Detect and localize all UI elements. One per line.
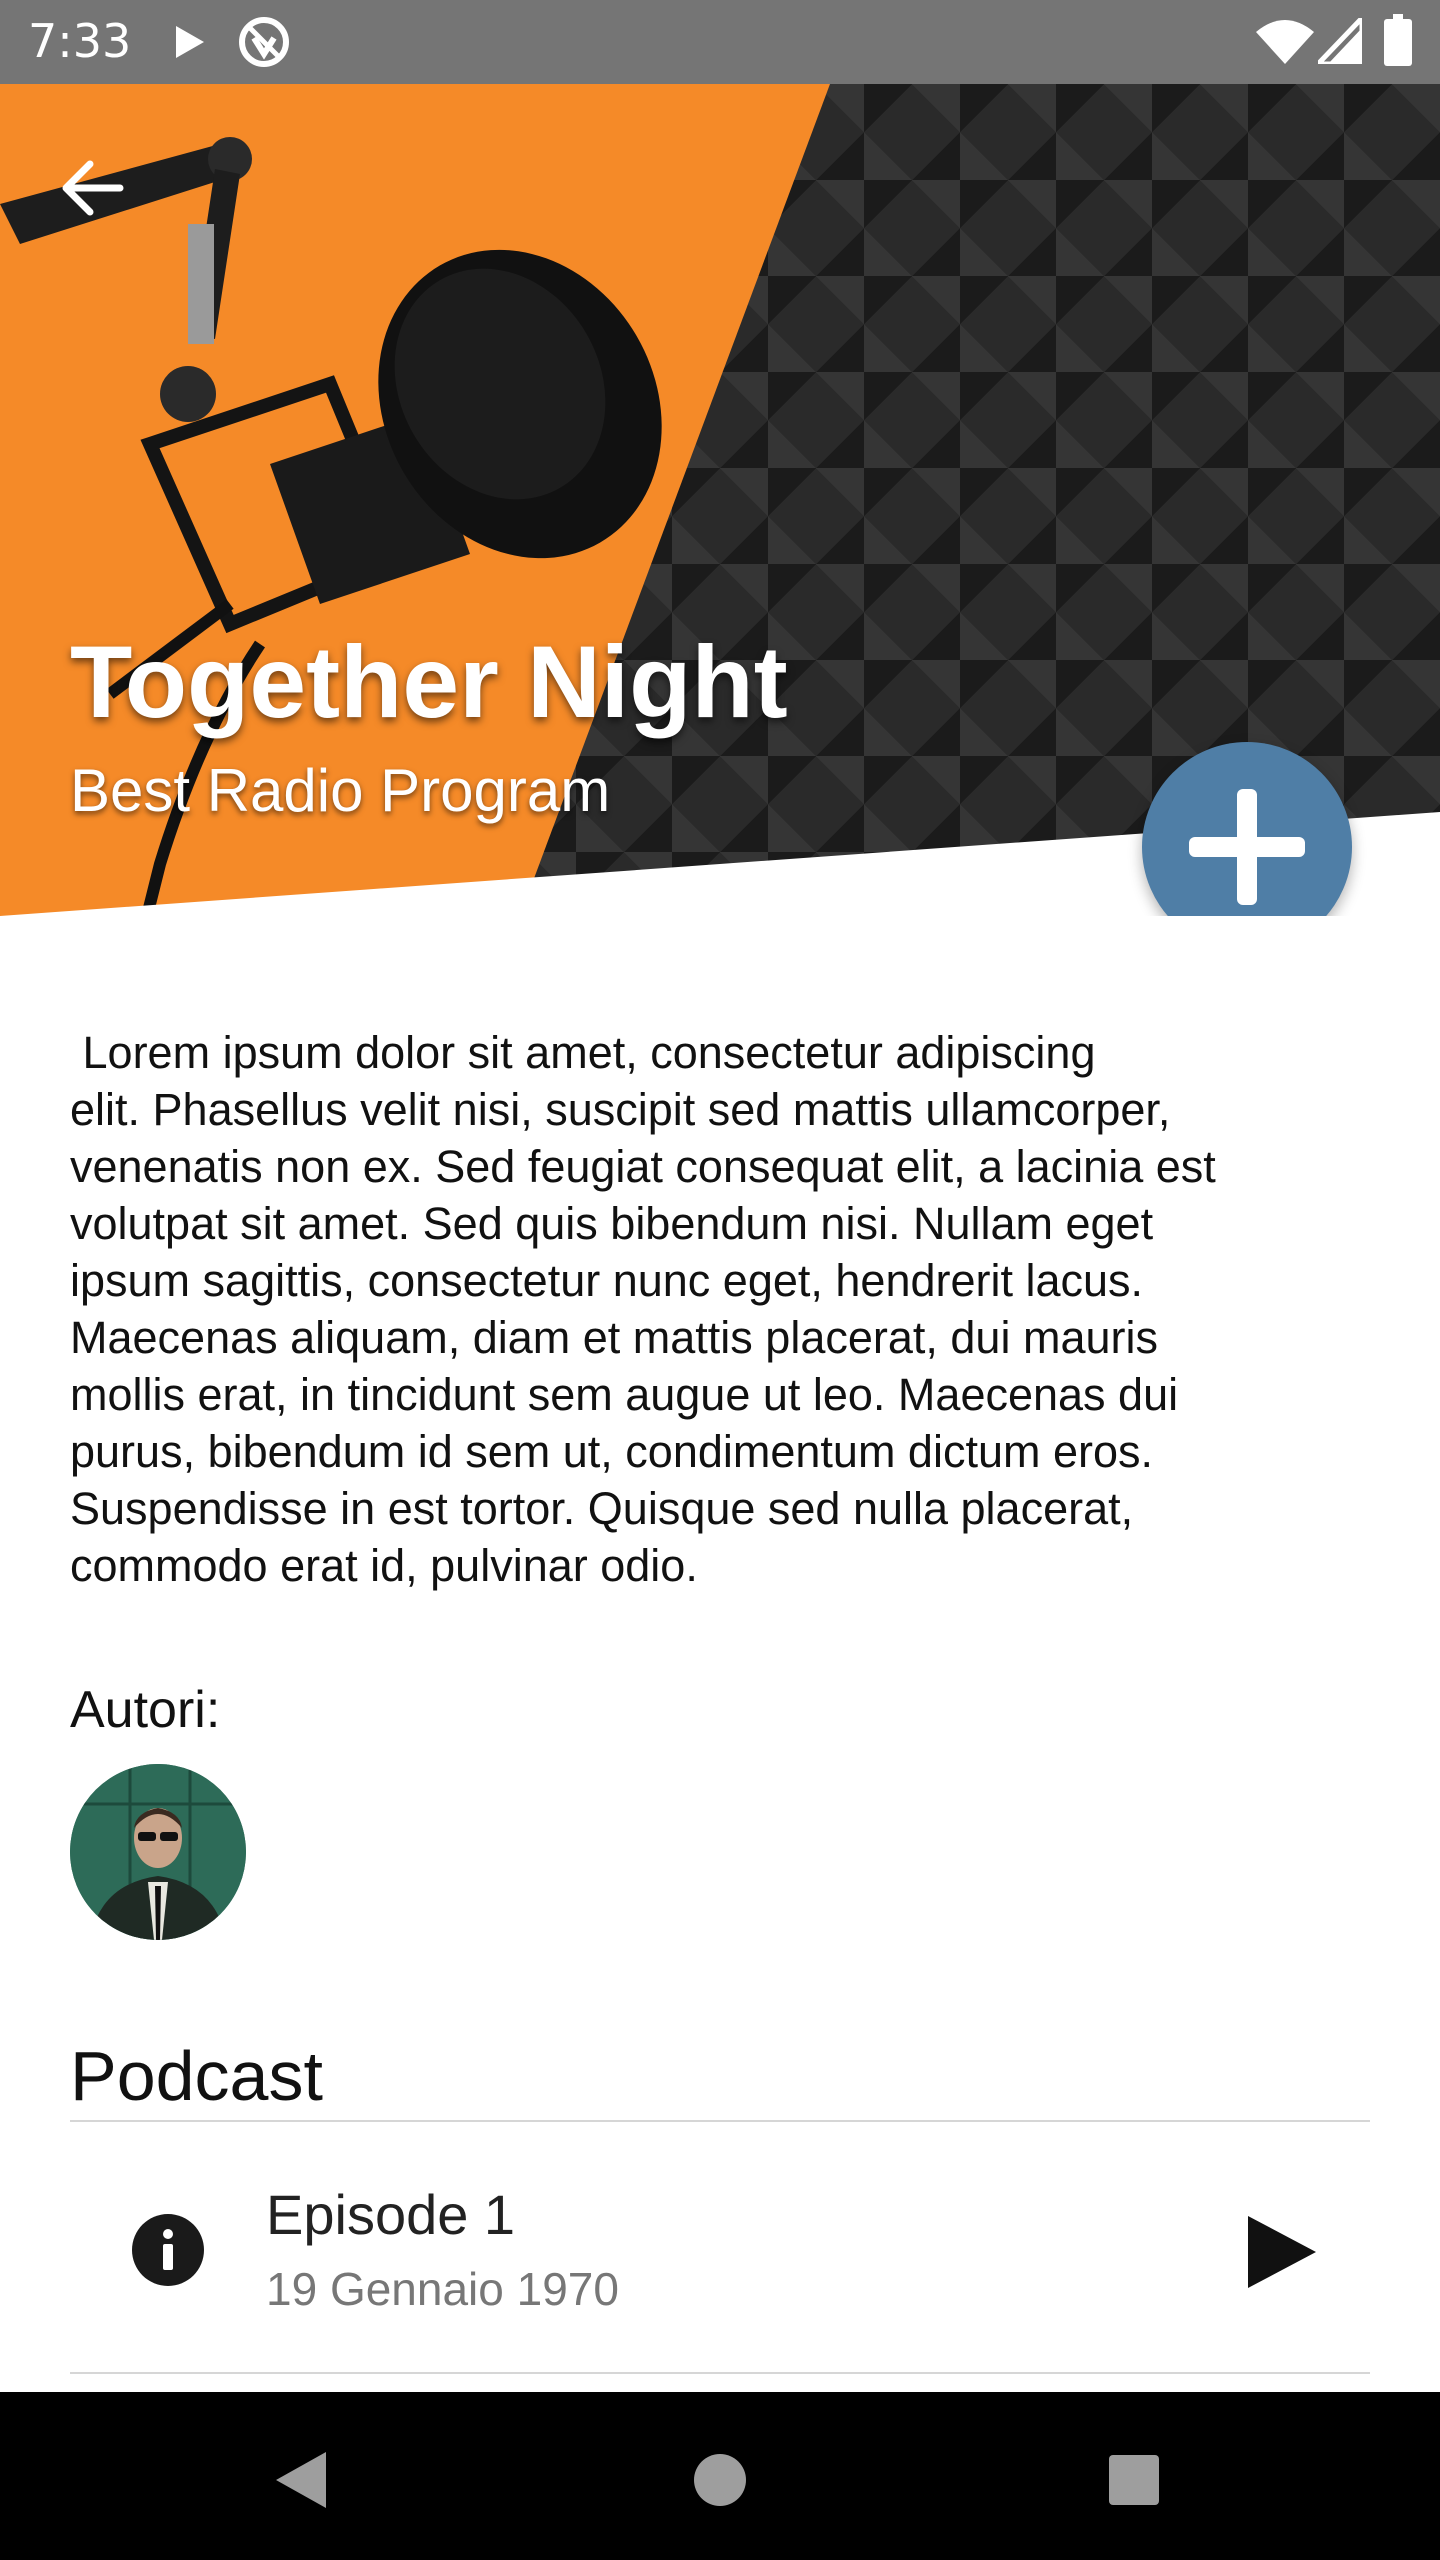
recents-square-icon	[1109, 2455, 1159, 2505]
play-icon	[176, 26, 204, 58]
author-portrait	[70, 1764, 246, 1940]
home-circle-icon	[694, 2454, 746, 2506]
author-avatar[interactable]	[70, 1764, 246, 1940]
episode-info-button[interactable]	[132, 2214, 204, 2286]
program-title: Together Night	[70, 625, 788, 739]
vpn-icon	[239, 17, 289, 67]
episode-divider	[70, 2372, 1370, 2374]
status-bar: 7:33	[0, 0, 1440, 84]
episode-row[interactable]: Episode 1 19 Gennaio 1970	[70, 2120, 1370, 2372]
program-description: Lorem ipsum dolor sit amet, consectetur …	[70, 1027, 1216, 1591]
podcast-heading: Podcast	[70, 2037, 323, 2115]
signal-icon	[1318, 18, 1362, 64]
nav-home-button[interactable]	[680, 2440, 760, 2520]
nav-back-button[interactable]	[260, 2440, 340, 2520]
episode-title: Episode 1	[266, 2183, 516, 2246]
authors-label: Autori:	[70, 1681, 221, 1739]
nav-recents-button[interactable]	[1094, 2440, 1174, 2520]
status-time: 7:33	[28, 14, 132, 68]
back-button[interactable]	[56, 152, 128, 224]
wifi-icon	[1256, 20, 1314, 64]
play-episode-button[interactable]	[1240, 2208, 1320, 2296]
back-triangle-icon	[276, 2452, 326, 2508]
episode-date: 19 Gennaio 1970	[266, 2263, 619, 2315]
program-subtitle: Best Radio Program	[70, 757, 611, 824]
plus-icon	[1189, 789, 1305, 905]
navigation-bar	[0, 2392, 1440, 2560]
battery-icon	[1384, 14, 1412, 66]
arrow-back-icon	[62, 160, 124, 216]
info-icon	[163, 2229, 173, 2270]
